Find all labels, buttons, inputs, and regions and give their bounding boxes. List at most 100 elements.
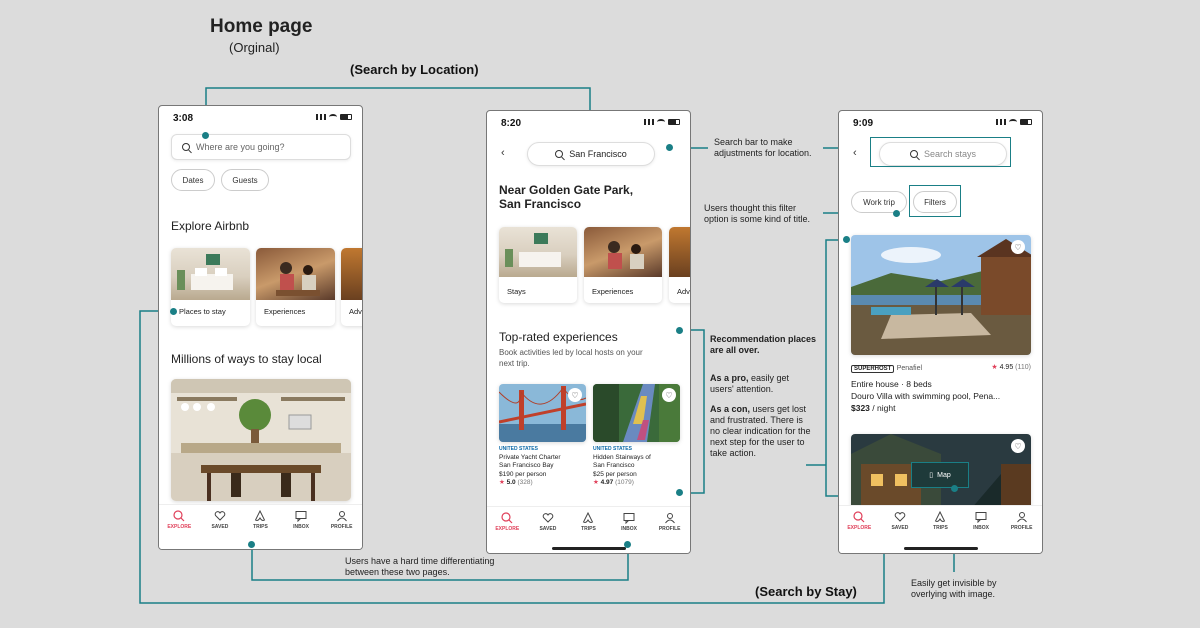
tab-profile[interactable]: PROFILE bbox=[322, 505, 362, 549]
annotation-dot bbox=[666, 144, 673, 151]
tab-inbox[interactable]: INBOX bbox=[281, 505, 321, 549]
tab-label: EXPLORE bbox=[495, 526, 520, 532]
note-search-bar: Search bar to make adjustments for locat… bbox=[714, 137, 812, 159]
tab-profile[interactable]: PROFILE bbox=[650, 507, 690, 553]
card-places-to-stay[interactable]: Places to stay bbox=[171, 248, 250, 326]
note-line: option is some kind of title. bbox=[704, 214, 811, 224]
dates-chip[interactable]: Dates bbox=[171, 169, 215, 191]
rating-value: 5.0 bbox=[506, 479, 516, 486]
card-label: Adv bbox=[349, 307, 362, 316]
star-icon: ★ bbox=[593, 479, 599, 486]
note-recommendation: Recommendation places are all over. As a… bbox=[710, 334, 828, 459]
heart-icon[interactable]: ♡ bbox=[568, 388, 582, 402]
note-text: easily get bbox=[748, 373, 790, 383]
user-icon bbox=[336, 511, 347, 522]
price-unit: / night bbox=[869, 403, 896, 413]
heart-icon bbox=[214, 511, 226, 521]
annotation-dot bbox=[951, 485, 958, 492]
subtitle-line: Book activities led by local hosts on yo… bbox=[499, 348, 643, 357]
stay-local-image[interactable] bbox=[171, 379, 351, 501]
annotation-dot bbox=[843, 236, 850, 243]
status-icons bbox=[644, 119, 680, 125]
battery-icon bbox=[1020, 119, 1032, 125]
map-button[interactable]: ▯ Map bbox=[911, 462, 969, 488]
review-count: (1079) bbox=[615, 479, 634, 486]
note-line: Easily get invisible by bbox=[911, 578, 997, 588]
status-time: 8:20 bbox=[501, 118, 522, 129]
back-chevron-icon[interactable]: ‹ bbox=[853, 147, 857, 159]
wifi-icon bbox=[329, 114, 337, 120]
listing-image[interactable]: ♡ bbox=[851, 235, 1031, 355]
tab-explore[interactable]: EXPLORE bbox=[159, 505, 199, 549]
search-icon bbox=[182, 143, 190, 151]
tab-explore[interactable]: EXPLORE bbox=[839, 506, 879, 553]
note-pro: As a pro, easily get bbox=[710, 373, 828, 384]
phone-stay-results: 9:09 ‹ Search stays Work trip Filters ♡ … bbox=[838, 110, 1043, 554]
search-icon bbox=[173, 510, 185, 522]
experience-rating: ★ 5.0 (328) bbox=[499, 479, 586, 488]
tab-explore[interactable]: EXPLORE bbox=[487, 507, 527, 553]
home-indicator bbox=[552, 547, 626, 550]
heart-icon bbox=[542, 513, 554, 523]
price-value: $323 bbox=[851, 403, 870, 413]
annotation-dot bbox=[893, 210, 900, 217]
card-experiences[interactable]: Experiences bbox=[256, 248, 335, 326]
highlight-search-stays bbox=[870, 137, 1011, 167]
note-differentiate: Users have a hard time differentiating b… bbox=[345, 556, 494, 578]
note-line: are all over. bbox=[710, 345, 760, 355]
card-stays[interactable]: Stays bbox=[499, 227, 577, 303]
card-adventures[interactable]: Adv bbox=[341, 248, 362, 326]
status-icons bbox=[316, 114, 352, 120]
note-bold: As a pro, bbox=[710, 373, 749, 383]
tab-label: EXPLORE bbox=[847, 525, 872, 531]
tab-label: INBOX bbox=[621, 526, 637, 532]
kitchen-illustration bbox=[171, 379, 351, 501]
note-line: take action. bbox=[710, 448, 757, 458]
tab-trips[interactable]: TRIPS bbox=[240, 505, 280, 549]
superhost-badge: SUPERHOST bbox=[851, 365, 895, 373]
search-icon bbox=[853, 511, 865, 523]
card-label: Experiences bbox=[592, 287, 634, 296]
note-filter: Users thought this filter option is some… bbox=[704, 203, 810, 225]
location-heading: Near Golden Gate Park, San Francisco bbox=[499, 183, 633, 211]
listing-type: Entire house · 8 beds bbox=[851, 379, 932, 389]
back-chevron-icon[interactable]: ‹ bbox=[501, 147, 505, 159]
card-image bbox=[171, 248, 250, 300]
card-experiences[interactable]: Experiences bbox=[584, 227, 662, 303]
tab-profile[interactable]: PROFILE bbox=[1002, 506, 1042, 553]
wifi-icon bbox=[1009, 119, 1017, 125]
cooking-illustration bbox=[608, 241, 644, 269]
work-trip-chip[interactable]: Work trip bbox=[851, 191, 907, 213]
message-icon bbox=[975, 512, 987, 523]
tab-label: PROFILE bbox=[658, 526, 681, 532]
experience-category: UNITED STATES bbox=[593, 446, 632, 452]
card-image bbox=[341, 248, 362, 300]
tab-saved[interactable]: SAVED bbox=[200, 505, 240, 549]
user-icon bbox=[1016, 512, 1027, 523]
experience-title: San Francisco Bay bbox=[499, 462, 554, 469]
wifi-icon bbox=[657, 119, 665, 125]
search-input[interactable]: San Francisco bbox=[527, 142, 655, 166]
tab-label: PROFILE bbox=[1010, 525, 1033, 531]
explore-title: Explore Airbnb bbox=[171, 219, 250, 233]
experience-image[interactable]: ♡ bbox=[499, 384, 586, 442]
search-placeholder: Where are you going? bbox=[196, 142, 285, 152]
star-icon: ★ bbox=[991, 364, 998, 371]
card-adventures[interactable]: Adv bbox=[669, 227, 690, 303]
top-rated-subtitle: Book activities led by local hosts on yo… bbox=[499, 347, 643, 369]
experience-image[interactable]: ♡ bbox=[593, 384, 680, 442]
note-line: no clear indication for the bbox=[710, 426, 811, 436]
tab-bar: EXPLORE SAVED TRIPS INBOX PROFILE bbox=[159, 504, 362, 549]
heart-icon[interactable]: ♡ bbox=[1011, 439, 1025, 453]
search-input[interactable]: Where are you going? bbox=[171, 134, 351, 160]
card-label: Places to stay bbox=[179, 307, 226, 316]
guests-chip[interactable]: Guests bbox=[221, 169, 269, 191]
highlight-filters bbox=[909, 185, 961, 217]
experience-price: $25 per person bbox=[593, 470, 637, 478]
tab-label: SAVED bbox=[539, 526, 557, 532]
cooking-illustration bbox=[276, 262, 320, 296]
heart-icon[interactable]: ♡ bbox=[662, 388, 676, 402]
listing-location: Penafiel bbox=[896, 365, 923, 372]
experience-category: UNITED STATES bbox=[499, 446, 538, 452]
heart-icon[interactable]: ♡ bbox=[1011, 240, 1025, 254]
